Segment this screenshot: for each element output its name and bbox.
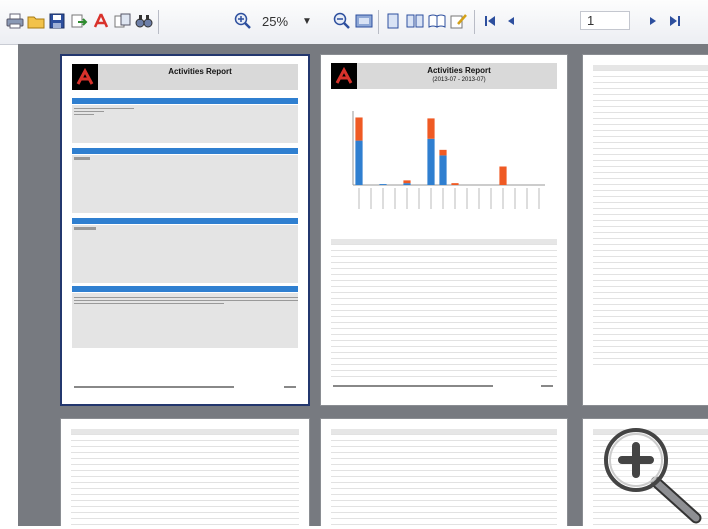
chart-bar xyxy=(439,155,447,185)
next-page-icon[interactable] xyxy=(646,11,660,31)
annotate-icon[interactable] xyxy=(450,11,468,31)
chart-bar xyxy=(427,118,435,139)
save-icon[interactable] xyxy=(48,11,66,31)
table-row xyxy=(593,359,708,365)
page-footer-text xyxy=(74,386,234,388)
chart-bar xyxy=(451,183,459,185)
logo-icon xyxy=(331,63,357,89)
activities-chart xyxy=(352,111,545,209)
section-text xyxy=(74,295,298,306)
chart-bar xyxy=(439,149,447,156)
chart-bar xyxy=(403,183,411,185)
section-bar xyxy=(72,286,298,292)
report-page-4[interactable] xyxy=(60,418,310,526)
chart-bar xyxy=(403,180,411,184)
book-view-icon[interactable] xyxy=(428,11,446,31)
section-bar xyxy=(72,218,298,224)
chart-bar xyxy=(427,138,435,185)
page-footer-text xyxy=(333,385,493,387)
report-page-5[interactable] xyxy=(320,418,568,526)
chart-bar xyxy=(499,166,507,185)
export-icon[interactable] xyxy=(70,11,88,31)
print-icon[interactable] xyxy=(6,11,24,31)
page-number-input[interactable]: 1 xyxy=(580,11,630,30)
section-bar xyxy=(72,148,298,154)
open-folder-icon[interactable] xyxy=(27,11,45,31)
page-footer-number xyxy=(284,386,296,388)
last-page-icon[interactable] xyxy=(666,11,684,31)
page-footer-number xyxy=(541,385,553,387)
logo-icon xyxy=(72,64,98,90)
section-body xyxy=(72,155,298,213)
chart-bar xyxy=(379,184,387,185)
section-text xyxy=(74,157,90,160)
table-row xyxy=(331,371,557,377)
zoom-value: 25% xyxy=(262,13,289,29)
page-title: Activities Report xyxy=(168,67,232,76)
report-viewer-toolbar: 25% ▼ 1 xyxy=(0,0,708,45)
report-page-1[interactable]: Activities Report xyxy=(60,54,310,406)
page-title: Activities Report xyxy=(427,66,491,75)
pdf-export-icon[interactable] xyxy=(92,11,110,31)
copy-icon[interactable] xyxy=(114,11,132,31)
section-text xyxy=(74,227,96,230)
section-bar xyxy=(72,98,298,104)
zoom-out-icon[interactable] xyxy=(333,11,351,31)
page-subtitle: (2013-07 - 2013-07) xyxy=(432,77,486,83)
data-table xyxy=(331,239,557,377)
fit-page-icon[interactable] xyxy=(355,11,373,31)
find-icon[interactable] xyxy=(135,11,153,31)
previous-page-icon[interactable] xyxy=(503,11,517,31)
chart-bar xyxy=(355,117,363,141)
first-page-icon[interactable] xyxy=(481,11,499,31)
data-table xyxy=(331,429,557,526)
section-text xyxy=(74,106,134,118)
zoom-in-icon[interactable] xyxy=(234,11,252,31)
chart-bar xyxy=(355,140,363,185)
data-table xyxy=(593,65,708,365)
single-page-icon[interactable] xyxy=(384,11,402,31)
chevron-down-icon: ▼ xyxy=(302,15,312,27)
toolbar-separator xyxy=(158,10,159,34)
multi-page-icon[interactable] xyxy=(406,11,424,31)
data-table xyxy=(71,429,299,526)
section-body xyxy=(72,225,298,283)
report-page-2[interactable]: Activities Report (2013-07 - 2013-07) xyxy=(320,54,568,406)
zoom-in-icon[interactable] xyxy=(600,424,704,524)
toolbar-separator xyxy=(474,10,475,34)
toolbar-separator xyxy=(378,10,379,34)
zoom-select[interactable]: 25% ▼ xyxy=(262,12,324,30)
report-page-3[interactable] xyxy=(582,54,708,406)
